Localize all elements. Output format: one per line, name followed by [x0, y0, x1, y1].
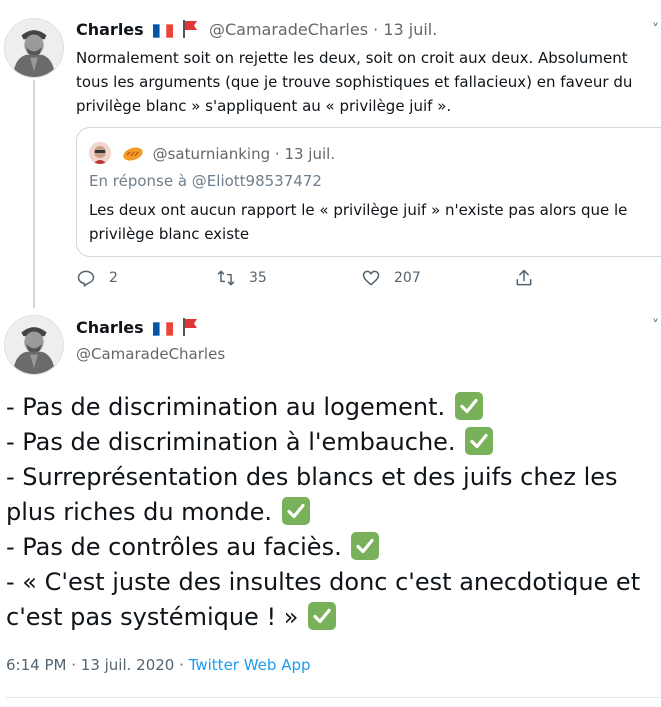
- author-name[interactable]: Charles: [76, 318, 144, 337]
- tweet-source-link[interactable]: Twitter Web App: [189, 656, 311, 674]
- quoted-author-avatar: [89, 142, 111, 164]
- heart-icon: [362, 270, 380, 286]
- like-button[interactable]: 207: [361, 268, 421, 288]
- tweet-text-line: privilège blanc » s'appliquent au « priv…: [76, 97, 452, 115]
- tweet-text: - Pas de discrimination au logement. - P…: [6, 390, 656, 635]
- more-options-caret-icon[interactable]: ˅: [652, 22, 659, 38]
- retweet-icon: [217, 270, 235, 286]
- tweet-line: - Pas de contrôles au faciès.: [6, 530, 656, 565]
- tweet-line: - « C'est juste des insultes donc c'est …: [6, 568, 641, 596]
- share-icon: [516, 269, 532, 286]
- check-mark-icon: [281, 497, 310, 525]
- retweet-button[interactable]: 35: [216, 268, 267, 288]
- tweet-text-line: Normalement soit on rejette les deux, so…: [76, 49, 628, 67]
- check-mark-icon: [465, 427, 494, 455]
- france-flag-icon: [152, 23, 173, 42]
- quoted-tweet[interactable]: @saturnianking · 13 juil. En réponse à @…: [76, 127, 661, 257]
- thread-connector-line: [33, 80, 35, 308]
- check-mark-icon: [454, 392, 483, 420]
- author-avatar[interactable]: [4, 315, 64, 375]
- tweet-line: - Pas de discrimination au logement.: [6, 390, 656, 425]
- share-button[interactable]: [514, 268, 534, 288]
- tweet-text-line: tous les arguments (que je trouve sophis…: [76, 73, 633, 91]
- tweet-line: plus riches du monde.: [6, 495, 656, 530]
- quoted-reply-to[interactable]: En réponse à @Eliott98537472: [89, 172, 322, 190]
- bread-emoji-icon: [122, 146, 144, 162]
- quoted-tweet-text: Les deux ont aucun rapport le « privilèg…: [89, 201, 628, 243]
- tweet-date[interactable]: 13 juil.: [383, 20, 437, 39]
- author-name[interactable]: Charles: [76, 20, 144, 39]
- check-mark-icon: [308, 602, 337, 630]
- quoted-author-handle[interactable]: @saturnianking: [153, 145, 271, 163]
- reply-count: 2: [109, 270, 118, 286]
- divider: [6, 697, 661, 698]
- tweet-full-date[interactable]: 13 juil. 2020: [81, 656, 175, 674]
- tweet-header: Charles: [76, 318, 198, 340]
- tweet-meta: 6:14 PM · 13 juil. 2020 · Twitter Web Ap…: [6, 656, 311, 674]
- tweet-header: Charles @CamaradeCharles · 13 juil.: [76, 20, 437, 42]
- retweet-count: 35: [249, 270, 267, 286]
- quoted-tweet-date[interactable]: 13 juil.: [284, 145, 335, 163]
- france-flag-icon: [152, 321, 173, 340]
- tweet-actions: 2 35 207: [76, 268, 546, 294]
- author-avatar[interactable]: [4, 18, 64, 78]
- tweet-text: Normalement soit on rejette les deux, so…: [76, 46, 661, 118]
- tweet-time[interactable]: 6:14 PM: [6, 656, 66, 674]
- tweet-line: c'est pas systémique ! »: [6, 600, 656, 635]
- red-flag-icon: [182, 318, 198, 340]
- author-handle[interactable]: @CamaradeCharles: [209, 20, 368, 39]
- like-count: 207: [394, 270, 421, 286]
- reply-button[interactable]: 2: [76, 268, 118, 288]
- check-mark-icon: [351, 532, 380, 560]
- tweet-line: - Pas de discrimination à l'embauche.: [6, 425, 656, 460]
- quoted-tweet-header: @saturnianking · 13 juil.: [89, 142, 335, 164]
- reply-icon: [77, 270, 95, 287]
- tweet-line: - Surreprésentation des blancs et des ju…: [6, 463, 618, 491]
- author-handle[interactable]: @CamaradeCharles: [76, 345, 225, 363]
- more-options-caret-icon[interactable]: ˅: [652, 318, 659, 334]
- red-flag-icon: [182, 20, 198, 42]
